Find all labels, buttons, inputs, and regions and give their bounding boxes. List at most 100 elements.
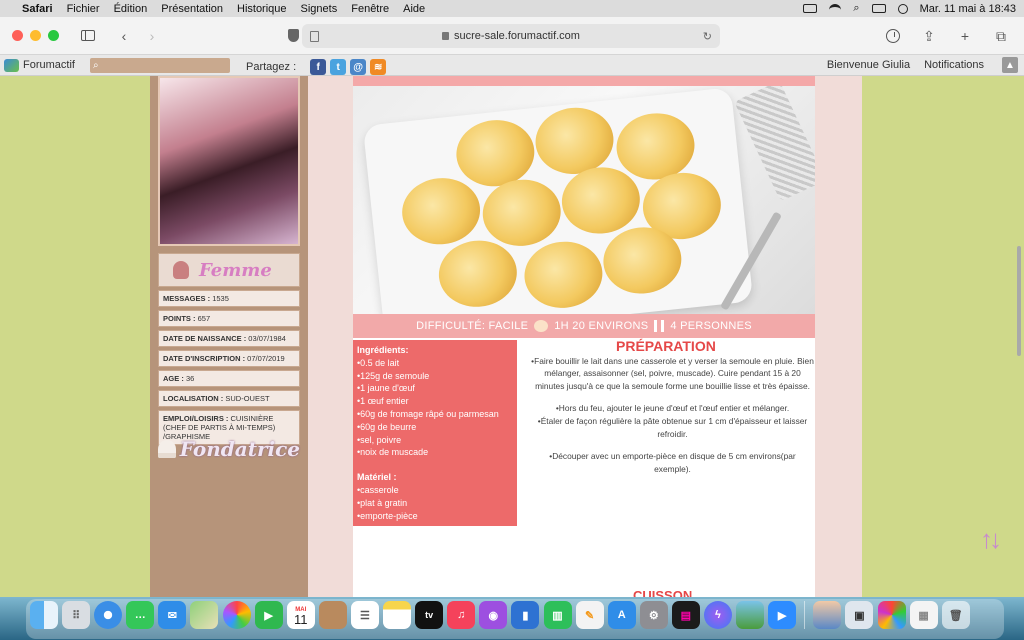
ingredient-item: •1 œuf entier [357,396,409,407]
control-center-icon[interactable] [871,4,886,13]
podcasts-icon[interactable]: ◉ [479,601,508,629]
forumactif-bar: Forumactif ⌕ Partagez : f t @ ≋ Bienvenu… [0,55,1024,76]
calendar-icon[interactable]: MAI 11 [286,601,315,629]
share-button[interactable]: ⇪ [918,25,940,47]
profile-field-points: Points : 657 [158,310,300,327]
role-label: Fondatrice [179,437,300,461]
dock-icons: ⠿ … ✉ ▶ MAI 11 ☰ tv ♫ ◉ ▮ ▥ ✎ A ⚙ ▤ ϟ ▶ … [30,601,970,629]
close-button[interactable] [12,30,23,41]
field-label: Messages : [163,294,211,303]
notifications-link[interactable]: Notifications [924,59,984,71]
gender-box: Femme [158,253,300,287]
reload-icon[interactable]: ↻ [703,30,712,43]
menu-app[interactable]: Safari [22,3,53,15]
download-icon [886,29,900,43]
share-label: Partagez : [246,61,297,73]
preparation-section: PRÉPARATION •Faire bouillir le lait dans… [530,339,815,475]
time-text: 1H 20 environs [554,320,649,332]
avatar[interactable] [158,76,300,246]
back-button[interactable]: ‹ [113,25,135,47]
notes-icon[interactable] [383,601,412,629]
maps-icon[interactable] [190,601,219,629]
document-icon[interactable]: ▦ [909,601,938,629]
new-tab-button[interactable]: + [954,25,976,47]
page-overlay: Femme Messages : 1535 Points : 657 Date … [0,76,1024,597]
scroll-top-icon[interactable]: ▲ [1002,57,1018,73]
field-value: 07/07/2019 [247,354,285,363]
pages-icon[interactable]: ✎ [575,601,604,629]
messenger-icon[interactable]: ϟ [703,601,732,629]
gnocchi [479,175,564,250]
candy-icon[interactable] [877,601,906,629]
facetime-icon[interactable]: ▶ [254,601,283,629]
messages-icon[interactable]: … [126,601,155,629]
photo-booth-icon[interactable]: ▣ [845,601,874,629]
facebook-icon[interactable]: f [310,59,327,75]
keynote-icon[interactable]: ▮ [511,601,540,629]
zoom-icon[interactable]: ▶ [768,601,797,629]
welcome-link[interactable]: Bienvenue Giulia [827,59,910,71]
recipe-meta-bar: Difficulté: Facile 1H 20 environs 4 pers… [353,314,815,338]
numbers-icon[interactable]: ▥ [543,601,572,629]
menu-fichier[interactable]: Fichier [67,3,100,15]
photos-icon[interactable] [222,601,251,629]
page-scrollbar[interactable] [1017,246,1021,356]
prep-step: •Hors du feu, ajouter le jeune d'œuf et … [555,403,790,414]
clock[interactable]: Mar. 11 mai à 18:43 [920,3,1016,15]
field-label: Points : [163,314,196,323]
menu-presentation[interactable]: Présentation [161,3,223,15]
contacts-icon[interactable] [318,601,347,629]
music-icon[interactable]: ♫ [447,601,476,629]
field-label: Emploi/loisirs : [163,414,229,423]
profile-field-location: Localisation : SUD-OUEST [158,390,300,407]
minimize-button[interactable] [30,30,41,41]
ingredient-item: •60g de fromage râpé ou parmesan [357,408,499,419]
downloads-button[interactable] [882,25,904,47]
preview-icon[interactable] [813,601,842,629]
field-label: Localisation : [163,394,224,403]
ingredient-item: •0.5 de lait [357,357,400,368]
clock-icon [534,320,549,332]
appstore-icon[interactable]: A [607,601,636,629]
calendar-day: 11 [294,612,308,627]
search-icon[interactable]: ⌕ [853,2,859,15]
soundboard-icon[interactable]: ▤ [671,601,700,629]
settings-icon[interactable]: ⚙ [639,601,668,629]
dock-separator [804,601,806,629]
menu-historique[interactable]: Historique [237,3,287,15]
wifi-icon[interactable] [829,3,842,14]
menu-aide[interactable]: Aide [403,3,425,15]
tab-overview-button[interactable]: ⧉ [990,25,1012,47]
scroll-up-down-icon[interactable]: ↑↓ [980,524,1002,555]
rss-icon[interactable]: ≋ [370,59,387,75]
game-icon[interactable] [736,601,765,629]
trash-icon[interactable]: 🗑 [941,601,970,629]
mail-icon[interactable]: ✉ [158,601,187,629]
zoom-button[interactable] [48,30,59,41]
profile-field-birthdate: Date de naissance : 03/07/1984 [158,330,300,347]
ingredients-box: Ingrédients: •0.5 de lait •125g de semou… [353,340,517,526]
profile-field-age: Age : 36 [158,370,300,387]
privacy-report-button[interactable] [282,25,304,47]
forward-button[interactable]: › [141,25,163,47]
launchpad-icon[interactable]: ⠿ [62,601,91,629]
sidebar-toggle-button[interactable] [77,25,99,47]
field-value: 03/07/1984 [248,334,286,343]
share-bar: Partagez : f t @ ≋ [246,59,387,75]
twitter-icon[interactable]: t [330,59,347,75]
finder-icon[interactable] [30,601,58,629]
field-label: Age : [163,374,184,383]
email-icon[interactable]: @ [350,59,367,75]
forumactif-logo[interactable]: Forumactif [4,58,75,72]
reminders-icon[interactable]: ☰ [350,601,379,629]
menu-edition[interactable]: Édition [114,3,148,15]
forum-search-input[interactable]: ⌕ [90,58,230,73]
tv-icon[interactable]: tv [415,601,444,629]
menu-signets[interactable]: Signets [301,3,338,15]
siri-icon[interactable] [897,3,908,14]
menu-bar: Safari Fichier Édition Présentation Hist… [0,0,1024,17]
safari-icon[interactable] [94,601,123,629]
menu-fenetre[interactable]: Fenêtre [351,3,389,15]
battery-icon[interactable] [803,4,818,13]
address-bar[interactable]: sucre-sale.forumactif.com ↻ [302,24,720,48]
